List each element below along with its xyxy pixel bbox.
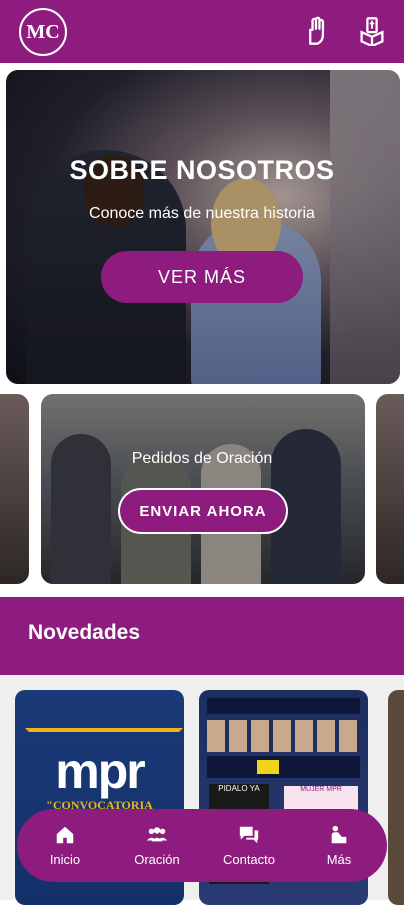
group-icon: [146, 827, 168, 842]
hero-title: SOBRE NOSOTROS: [69, 155, 335, 185]
banner-overlay: [6, 70, 400, 384]
see-more-button[interactable]: VER MÁS: [101, 251, 303, 303]
send-now-button[interactable]: ENVIAR AHORA: [118, 488, 288, 534]
nav-item-contacto[interactable]: Contacto: [209, 809, 289, 882]
mpr-logo-text: mpr: [55, 743, 145, 799]
carousel-prev-card[interactable]: [0, 394, 29, 584]
nav-item-oracion[interactable]: Oración: [117, 809, 197, 882]
nav-item-mas[interactable]: Más: [299, 809, 379, 882]
flyer-highlight: [257, 760, 279, 774]
hero-subtitle: Conoce más de nuestra historia: [89, 205, 315, 222]
chat-icon: [239, 826, 259, 844]
nav-item-inicio[interactable]: Inicio: [25, 809, 105, 882]
carousel-next-card[interactable]: [376, 394, 404, 584]
app-bar: MC: [0, 0, 404, 63]
nav-label: Más: [326, 852, 352, 867]
flyer-info-bar: [207, 756, 360, 778]
flyer-speakers: [207, 720, 360, 752]
nav-label: Contacto: [222, 852, 276, 867]
flyer-book-label: PIDALO YA: [218, 784, 260, 793]
flyer-header: [207, 698, 360, 714]
nav-label: Inicio: [49, 852, 81, 867]
home-icon: [56, 826, 74, 844]
prayer-hand-icon[interactable]: [302, 16, 330, 46]
prayer-card-title: Pedidos de Oración: [131, 450, 273, 467]
more-icon: [331, 825, 347, 844]
nav-label: Oración: [134, 852, 180, 867]
church-logo[interactable]: MC: [19, 8, 67, 56]
flyer-event-label: MUJER MPR: [300, 786, 342, 793]
bible-icon[interactable]: [358, 16, 386, 46]
news-card-partial[interactable]: [388, 690, 404, 905]
news-section-title: Novedades: [28, 621, 141, 644]
about-us-banner[interactable]: [6, 70, 400, 384]
bottom-navigation: Inicio Oración Contacto Más: [17, 809, 387, 882]
